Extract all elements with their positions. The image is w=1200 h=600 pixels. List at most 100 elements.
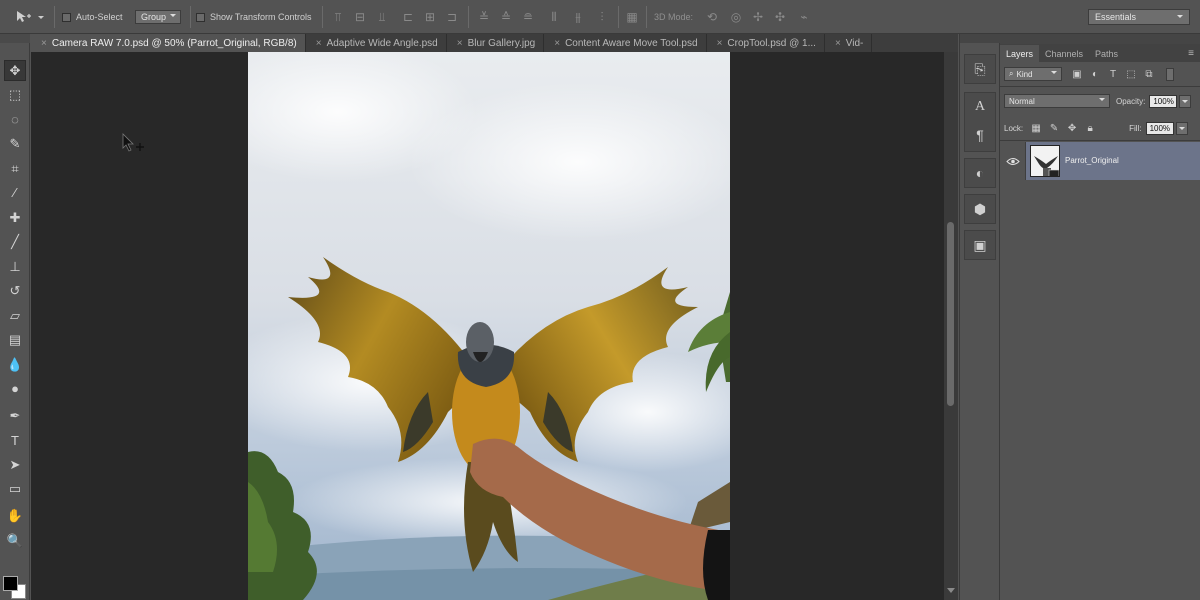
fill-slider-toggle[interactable] xyxy=(1175,121,1188,135)
tab-adaptive-wide-angle[interactable]: × Adaptive Wide Angle.psd xyxy=(306,34,447,52)
distribute-bottom-icon[interactable]: ≘ xyxy=(520,9,536,25)
3d-mode-label: 3D Mode: xyxy=(654,12,694,22)
lock-position-icon[interactable]: ✥ xyxy=(1063,120,1081,136)
tab-paths[interactable]: Paths xyxy=(1089,45,1124,62)
tab-content-aware-move[interactable]: × Content Aware Move Tool.psd xyxy=(544,34,707,52)
tool-preset-picker[interactable] xyxy=(14,0,44,34)
distribute-vcenter-icon[interactable]: ≙ xyxy=(498,9,514,25)
marquee-tool-icon[interactable]: ⬚ xyxy=(4,84,26,105)
eraser-tool-icon[interactable]: ▱ xyxy=(4,305,26,326)
tab-blur-gallery[interactable]: × Blur Gallery.jpg xyxy=(447,34,545,52)
close-icon[interactable]: × xyxy=(457,38,463,49)
align-horizontal-centers-icon[interactable]: ⊞ xyxy=(422,9,438,25)
blend-mode-dropdown[interactable]: Normal xyxy=(1004,94,1110,108)
color-swatches[interactable] xyxy=(3,576,27,600)
panel-menu-icon[interactable]: ≡ xyxy=(1188,48,1194,59)
character-panel-icon[interactable]: A xyxy=(966,94,994,120)
distribute-left-icon[interactable]: ⫴ xyxy=(546,9,562,25)
panel-collapse-bar[interactable] xyxy=(1000,34,1200,44)
auto-select-checkbox[interactable]: Auto-Select xyxy=(62,0,123,34)
adjustments-panel-icon[interactable]: ◐ xyxy=(966,160,994,186)
document-canvas[interactable] xyxy=(248,52,730,600)
zoom-tool-icon[interactable]: 🔍 xyxy=(4,530,26,551)
distribute-hcenter-icon[interactable]: ⫵ xyxy=(570,9,586,25)
parrot-photo xyxy=(248,52,730,600)
align-bottom-edges-icon[interactable]: ⫫ xyxy=(374,9,390,25)
filter-adjustment-icon[interactable]: ◐ xyxy=(1086,66,1104,82)
checkbox-box[interactable] xyxy=(196,12,205,22)
gradient-tool-icon[interactable]: ▤ xyxy=(4,329,26,350)
close-icon[interactable]: × xyxy=(316,38,322,49)
tab-channels[interactable]: Channels xyxy=(1039,45,1089,62)
drag-3d-icon[interactable]: ✢ xyxy=(750,9,766,25)
filter-pixel-icon[interactable]: ▣ xyxy=(1068,66,1086,82)
clone-stamp-tool-icon[interactable]: ⊥ xyxy=(4,256,26,277)
layer-filter-kind-dropdown[interactable]: ⌕ Kind xyxy=(1004,67,1062,81)
rotate-3d-icon[interactable]: ⟲ xyxy=(704,9,720,25)
blur-tool-icon[interactable]: 💧 xyxy=(4,354,26,375)
filter-shape-icon[interactable]: ⬚ xyxy=(1122,66,1140,82)
dock-collapse-bar[interactable] xyxy=(960,34,1000,43)
auto-select-mode-dropdown[interactable]: Group xyxy=(135,0,182,34)
close-icon[interactable]: × xyxy=(41,38,47,49)
timeline-panel-icon[interactable]: ▣ xyxy=(966,232,994,258)
eyedropper-tool-icon[interactable]: ⁄ xyxy=(4,182,26,203)
visibility-eye-icon[interactable] xyxy=(1000,142,1026,180)
scroll-down-arrow-icon[interactable] xyxy=(947,588,955,597)
tab-crop-tool[interactable]: × CropTool.psd @ 1... xyxy=(707,34,825,52)
scrollbar-thumb[interactable] xyxy=(947,222,954,406)
align-vertical-centers-icon[interactable]: ⊟ xyxy=(352,9,368,25)
layers-list-empty-area[interactable] xyxy=(1000,180,1200,600)
close-icon[interactable]: × xyxy=(554,38,560,49)
lock-all-icon[interactable]: 🔒︎ xyxy=(1081,120,1099,136)
auto-align-layers-icon[interactable]: ▦ xyxy=(624,9,640,25)
lock-transparent-icon[interactable]: ▦ xyxy=(1027,120,1045,136)
lasso-tool-icon[interactable]: ◌ xyxy=(4,109,26,130)
close-icon[interactable]: × xyxy=(717,38,723,49)
fill-input[interactable]: 100% xyxy=(1145,121,1174,135)
rectangle-tool-icon[interactable]: ▭ xyxy=(4,478,26,499)
brush-tool-icon[interactable]: ╱ xyxy=(4,231,26,252)
tab-video[interactable]: × Vid- xyxy=(825,34,873,52)
auto-select-mode-value[interactable]: Group xyxy=(135,10,182,24)
align-top-edges-icon[interactable]: ⫪ xyxy=(330,9,346,25)
crop-tool-icon[interactable]: ⌗ xyxy=(4,158,26,179)
layer-name[interactable]: Parrot_Original xyxy=(1065,156,1119,165)
paragraph-panel-icon[interactable]: ¶ xyxy=(966,122,994,148)
quick-selection-tool-icon[interactable]: ✎ xyxy=(4,133,26,154)
pen-tool-icon[interactable]: ✒ xyxy=(4,405,26,426)
tools-panel-collapse[interactable] xyxy=(0,34,30,43)
history-panel-icon[interactable]: ⎘ xyxy=(966,56,994,82)
vertical-scrollbar[interactable] xyxy=(944,52,958,600)
layer-row[interactable]: Parrot_Original xyxy=(1000,142,1200,180)
history-brush-tool-icon[interactable]: ↺ xyxy=(4,280,26,301)
slide-3d-icon[interactable]: ✣ xyxy=(772,9,788,25)
distribute-top-icon[interactable]: ≚ xyxy=(476,9,492,25)
opacity-slider-toggle[interactable] xyxy=(1179,94,1192,108)
align-left-edges-icon[interactable]: ⊏ xyxy=(400,9,416,25)
move-tool-icon[interactable]: ✥ xyxy=(4,60,26,81)
checkbox-box[interactable] xyxy=(62,12,71,22)
workspace-dropdown[interactable]: Essentials xyxy=(1088,9,1190,25)
scale-3d-icon[interactable]: ⌁ xyxy=(796,9,812,25)
tab-layers[interactable]: Layers xyxy=(1000,45,1040,62)
show-transform-controls-checkbox[interactable]: Show Transform Controls xyxy=(196,0,312,34)
foreground-color-swatch[interactable] xyxy=(3,576,18,591)
filter-smart-object-icon[interactable]: ⧉ xyxy=(1140,66,1158,82)
3d-panel-icon[interactable]: ⬢ xyxy=(966,196,994,222)
hand-tool-icon[interactable]: ✋ xyxy=(4,505,26,526)
opacity-input[interactable]: 100% xyxy=(1149,94,1178,108)
healing-brush-tool-icon[interactable]: ✚ xyxy=(4,207,26,228)
tab-camera-raw[interactable]: × Camera RAW 7.0.psd @ 50% (Parrot_Origi… xyxy=(31,34,306,52)
move-tool-icon xyxy=(14,8,32,26)
roll-3d-icon[interactable]: ◎ xyxy=(728,9,744,25)
path-selection-tool-icon[interactable]: ➤ xyxy=(4,454,26,475)
distribute-right-icon[interactable]: ⫶ xyxy=(594,9,610,25)
dodge-tool-icon[interactable]: ● xyxy=(4,378,26,399)
filter-type-icon[interactable]: T xyxy=(1104,66,1122,82)
lock-image-icon[interactable]: ✎ xyxy=(1045,120,1063,136)
filter-toggle-switch[interactable] xyxy=(1166,67,1174,81)
type-tool-icon[interactable]: T xyxy=(4,430,26,451)
close-icon[interactable]: × xyxy=(835,38,841,49)
align-right-edges-icon[interactable]: ⊐ xyxy=(444,9,460,25)
